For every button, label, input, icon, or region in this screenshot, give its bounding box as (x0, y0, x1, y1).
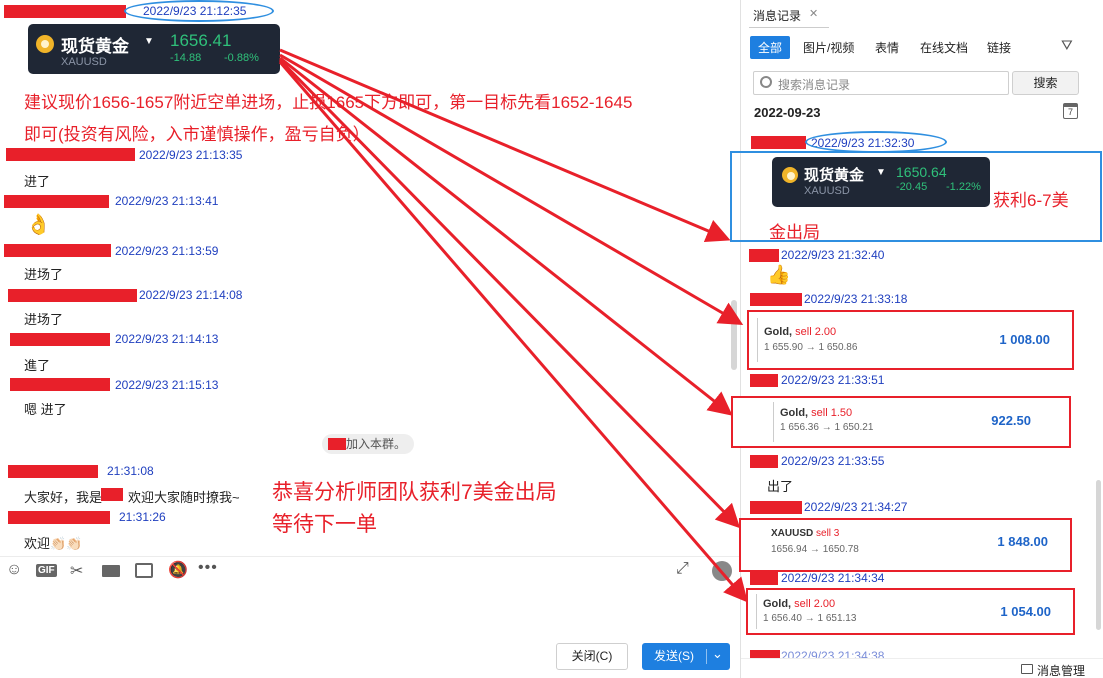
arrow (279, 53, 744, 326)
arrow (278, 61, 748, 603)
annotation-arrows (278, 48, 748, 603)
arrow (279, 48, 731, 243)
arrow (279, 56, 733, 416)
arrow (278, 58, 741, 529)
